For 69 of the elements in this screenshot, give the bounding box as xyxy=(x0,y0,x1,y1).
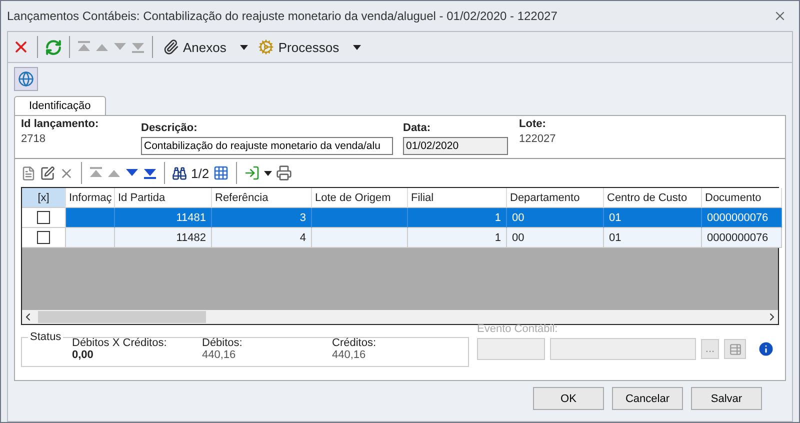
table-button[interactable] xyxy=(724,339,746,359)
field-label: Descrição: xyxy=(141,122,198,134)
grid-icon[interactable] xyxy=(213,165,230,181)
field-label: Id lançamento: xyxy=(21,118,100,130)
field-label: Data: xyxy=(403,122,432,134)
group-title: Status xyxy=(29,331,62,343)
info-icon[interactable] xyxy=(757,340,775,358)
status-label: Débitos X Créditos: xyxy=(72,337,168,349)
column-header[interactable]: [x] xyxy=(22,188,66,208)
field-label: Lote: xyxy=(519,118,547,130)
status-value: 440,16 xyxy=(332,349,367,361)
menu-button[interactable]: Processos xyxy=(255,37,364,57)
table-cell xyxy=(66,208,115,228)
dialog-button[interactable]: Salvar xyxy=(691,387,762,410)
status-value: 440,16 xyxy=(202,349,237,361)
dialog-button[interactable]: OK xyxy=(533,387,604,410)
field-value: 2718 xyxy=(21,133,46,145)
gear-icon xyxy=(258,39,274,55)
caret-icon xyxy=(353,44,362,50)
checkbox[interactable] xyxy=(37,211,50,224)
table-cell: 1 xyxy=(408,208,507,228)
checkbox[interactable] xyxy=(37,231,50,244)
status-label: Créditos: xyxy=(332,337,378,349)
table-cell: 00 xyxy=(507,228,604,248)
input-field[interactable]: Contabilização do reajuste monetario da venda/alu xyxy=(141,137,393,155)
table-cell: 01 xyxy=(604,208,702,228)
globe-button[interactable] xyxy=(14,67,38,91)
table-cell: 0000000076 xyxy=(702,228,782,248)
input-field[interactable] xyxy=(477,338,545,360)
field-label: Evento Contábil: xyxy=(477,323,559,335)
table-cell: 00 xyxy=(507,208,604,228)
table-cell: 0000000076 xyxy=(702,208,782,228)
refresh-icon[interactable] xyxy=(45,38,62,56)
table-cell: 3 xyxy=(212,208,312,228)
binoculars-icon[interactable] xyxy=(172,166,187,180)
caret-icon xyxy=(240,44,248,50)
paperclip-icon xyxy=(163,39,179,55)
status-label: Débitos: xyxy=(202,337,244,349)
table-icon xyxy=(728,342,742,356)
dialog-button[interactable]: Cancelar xyxy=(612,387,683,410)
export-icon[interactable] xyxy=(244,165,260,181)
table-cell: 1 xyxy=(408,228,507,248)
table-cell: 01 xyxy=(604,228,702,248)
table-cell: 11482 xyxy=(115,228,212,248)
window-title: Lançamentos Contábeis: Contabilização do reajuste monetario da venda/aluguel - 01/02/2020 - 122027 xyxy=(7,9,558,23)
table-cell: 11481 xyxy=(115,208,212,228)
horizontal-scrollbar[interactable] xyxy=(22,310,778,324)
printer-icon[interactable] xyxy=(276,165,292,181)
page-counter: 1/2 xyxy=(191,166,210,180)
column-header[interactable]: Centro de Custo xyxy=(604,188,702,208)
tab[interactable]: Identificação xyxy=(14,96,106,115)
edit-icon[interactable] xyxy=(40,166,55,180)
column-header[interactable]: Referência xyxy=(212,188,312,208)
menu-button[interactable]: Anexos xyxy=(160,37,252,57)
column-header[interactable]: Id Partida xyxy=(115,188,212,208)
status-value: 0,00 xyxy=(72,349,94,361)
input-field[interactable] xyxy=(550,338,696,360)
column-header[interactable]: Lote de Origem xyxy=(312,188,408,208)
table-cell: 4 xyxy=(212,228,312,248)
column-header[interactable]: Departamento xyxy=(507,188,604,208)
close-icon[interactable] xyxy=(773,9,787,23)
caret-icon xyxy=(264,170,272,176)
input-field[interactable]: 01/02/2020 xyxy=(403,137,508,155)
last-record-icon[interactable] xyxy=(143,167,157,179)
field-value: 122027 xyxy=(519,133,557,145)
new-document-icon[interactable] xyxy=(21,166,36,180)
column-header[interactable]: Documento xyxy=(702,188,782,208)
column-header[interactable]: Informaç xyxy=(66,188,115,208)
column-header[interactable]: Filial xyxy=(408,188,507,208)
